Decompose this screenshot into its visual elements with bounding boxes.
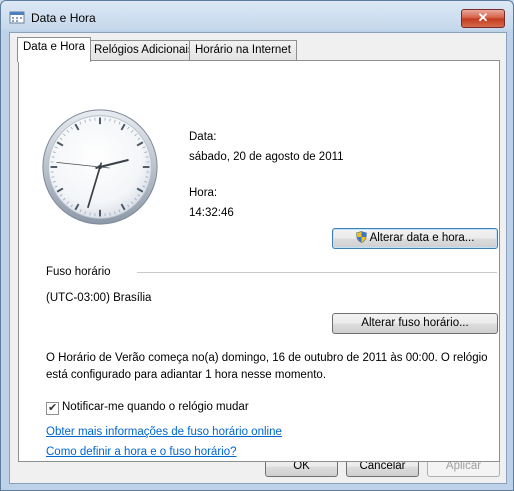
analog-clock (42, 109, 158, 225)
uac-shield-icon (355, 231, 367, 243)
tab-panel: Data: sábado, 20 de agosto de 2011 Hora:… (18, 60, 500, 462)
close-button[interactable]: ✕ (461, 9, 505, 28)
window-title: Data e Hora (31, 11, 96, 25)
checkmark-icon: ✔ (48, 402, 58, 414)
change-timezone-button[interactable]: Alterar fuso horário... (332, 313, 498, 334)
change-datetime-label: Alterar data e hora... (369, 232, 475, 244)
notify-checkbox[interactable]: ✔ (46, 402, 59, 415)
date-value: sábado, 20 de agosto de 2011 (189, 151, 344, 163)
date-label: Data: (189, 131, 217, 143)
tab-internet-time[interactable]: Horário na Internet (189, 40, 297, 61)
time-label: Hora: (189, 187, 218, 199)
dst-notice-line1: O Horário de Verão começa no(a) domingo,… (46, 352, 488, 364)
time-value: 14:32:46 (189, 207, 234, 219)
timezone-section-label: Fuso horário (46, 266, 111, 278)
how-to-link[interactable]: Como definir a hora e o fuso horário? (46, 446, 237, 458)
dialog-window: Data e Hora ✕ Data e Hora Relógios Adici… (0, 0, 514, 491)
section-divider (137, 272, 497, 273)
more-info-link[interactable]: Obter mais informações de fuso horário o… (46, 426, 282, 438)
dialog-client: Data e Hora Relógios Adicionais Horário … (9, 32, 507, 484)
tab-additional-clocks[interactable]: Relógios Adicionais (88, 40, 200, 61)
timezone-value: (UTC-03:00) Brasília (46, 292, 152, 304)
notify-label[interactable]: Notificar-me quando o relógio mudar (62, 401, 249, 413)
clock-calendar-icon (9, 11, 25, 24)
tab-date-time[interactable]: Data e Hora (17, 37, 92, 62)
dst-notice-line2: está configurado para adiantar 1 hora ne… (46, 369, 327, 381)
change-datetime-button[interactable]: Alterar data e hora... (332, 228, 498, 249)
title-bar[interactable]: Data e Hora ✕ (1, 1, 513, 31)
